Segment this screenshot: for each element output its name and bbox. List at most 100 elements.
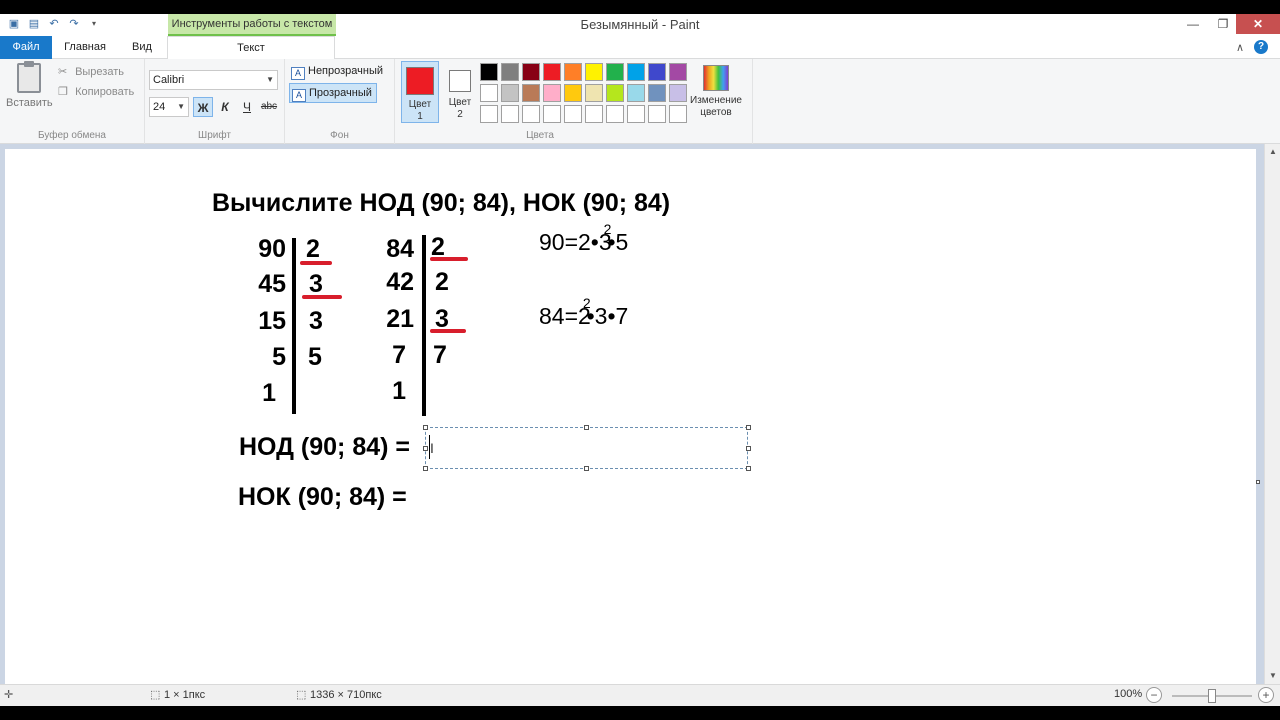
paste-label: Вставить xyxy=(6,97,53,109)
background-group: A Непрозрачный A Прозрачный Фон xyxy=(285,59,395,144)
col2-left-2: 42 xyxy=(386,268,414,296)
palette-color-swatch[interactable] xyxy=(501,63,519,81)
colors-group: Цвет 1 Цвет 2 Изменение цветов Цвета xyxy=(395,59,753,144)
bold-button[interactable]: Ж xyxy=(193,97,213,117)
maximize-button[interactable]: ❐ xyxy=(1208,14,1238,34)
paint-app-icon[interactable]: ▣ xyxy=(6,16,22,32)
text-tools-context-header: Инструменты работы с текстом xyxy=(168,14,336,36)
palette-color-swatch[interactable] xyxy=(480,63,498,81)
palette-color-swatch[interactable] xyxy=(543,63,561,81)
close-button[interactable]: ✕ xyxy=(1236,14,1280,34)
underline-button[interactable]: Ч xyxy=(237,97,257,117)
italic-button[interactable]: К xyxy=(215,97,235,117)
division-line-90 xyxy=(292,238,296,414)
colors-group-label: Цвета xyxy=(526,130,554,141)
resize-handle[interactable] xyxy=(584,425,589,430)
help-icon[interactable]: ? xyxy=(1254,40,1268,54)
tab-view[interactable]: Вид xyxy=(122,36,162,59)
zoom-level: 100% xyxy=(1114,688,1143,700)
zoom-slider-thumb[interactable] xyxy=(1208,689,1216,703)
palette-color-swatch[interactable] xyxy=(564,84,582,102)
palette-color-swatch[interactable] xyxy=(606,105,624,123)
zoom-in-button[interactable]: + xyxy=(1258,687,1274,703)
resize-handle[interactable] xyxy=(423,466,428,471)
color2-label: Цвет xyxy=(448,97,472,108)
palette-color-swatch[interactable] xyxy=(648,84,666,102)
tab-file[interactable]: Файл xyxy=(0,36,52,59)
opaque-button[interactable]: A Непрозрачный xyxy=(289,62,387,82)
edit-colors-icon xyxy=(703,65,729,91)
palette-color-swatch[interactable] xyxy=(564,63,582,81)
palette-color-swatch[interactable] xyxy=(627,63,645,81)
tab-home[interactable]: Главная xyxy=(58,36,112,59)
paste-button[interactable]: Вставить xyxy=(6,61,53,109)
factorization-84-tail: •3•7 xyxy=(586,303,629,329)
font-size-select[interactable]: 24 ▼ xyxy=(149,97,189,117)
palette-color-swatch[interactable] xyxy=(585,84,603,102)
palette-color-swatch[interactable] xyxy=(522,105,540,123)
palette-color-swatch[interactable] xyxy=(585,105,603,123)
screen-bottom-bar xyxy=(0,706,1280,720)
resize-handle[interactable] xyxy=(746,466,751,471)
minimize-ribbon-icon[interactable]: ∧ xyxy=(1236,41,1244,54)
palette-color-swatch[interactable] xyxy=(480,84,498,102)
factorization-90: 90=2•32•5 xyxy=(539,221,628,256)
transparent-button[interactable]: A Прозрачный xyxy=(289,83,377,103)
task-heading: Вычислите НОД (90; 84), НОК (90; 84) xyxy=(212,189,671,217)
selection-size-value: 1 × 1пкс xyxy=(164,689,206,701)
scroll-up-icon[interactable]: ▲ xyxy=(1265,144,1280,160)
resize-handle[interactable] xyxy=(746,425,751,430)
font-family-select[interactable]: Calibri ▼ xyxy=(149,70,278,90)
resize-handle[interactable] xyxy=(423,425,428,430)
color2-button[interactable]: Цвет 2 xyxy=(441,61,479,123)
col2-right-2: 2 xyxy=(435,268,449,296)
chevron-down-icon: ▼ xyxy=(177,102,185,111)
scroll-down-icon[interactable]: ▼ xyxy=(1265,668,1280,684)
palette-color-swatch[interactable] xyxy=(501,105,519,123)
palette-color-swatch[interactable] xyxy=(627,84,645,102)
palette-color-swatch[interactable] xyxy=(543,105,561,123)
clipboard-icon xyxy=(17,61,41,93)
cut-button[interactable]: ✂ Вырезать xyxy=(58,63,124,81)
cut-label: Вырезать xyxy=(75,66,124,78)
palette-color-swatch[interactable] xyxy=(648,105,666,123)
color-palette xyxy=(480,63,687,123)
resize-handle[interactable] xyxy=(423,446,428,451)
tab-text[interactable]: Текст xyxy=(167,36,335,60)
palette-color-swatch[interactable] xyxy=(543,84,561,102)
red-underline xyxy=(430,257,468,261)
redo-icon[interactable]: ↷ xyxy=(66,16,82,32)
palette-color-swatch[interactable] xyxy=(480,105,498,123)
text-input-box[interactable] xyxy=(425,427,748,469)
opaque-icon: A xyxy=(291,67,305,80)
palette-color-swatch[interactable] xyxy=(648,63,666,81)
resize-handle[interactable] xyxy=(746,446,751,451)
palette-color-swatch[interactable] xyxy=(606,84,624,102)
lcm-line: НОК (90; 84) = xyxy=(238,483,407,511)
vertical-scrollbar[interactable]: ▲ ▼ xyxy=(1264,144,1280,684)
font-group: Calibri ▼ 24 ▼ Ж К Ч abc Шрифт xyxy=(145,59,285,144)
palette-color-swatch[interactable] xyxy=(522,63,540,81)
edit-colors-button[interactable]: Изменение цветов xyxy=(685,61,747,123)
zoom-out-button[interactable]: − xyxy=(1146,687,1162,703)
image-size-value: 1336 × 710пкс xyxy=(310,689,382,701)
minimize-button[interactable]: — xyxy=(1178,14,1208,34)
palette-color-swatch[interactable] xyxy=(585,63,603,81)
palette-color-swatch[interactable] xyxy=(606,63,624,81)
col2-left-3: 21 xyxy=(386,305,414,333)
copy-button[interactable]: ❐ Копировать xyxy=(58,83,134,101)
strikethrough-button[interactable]: abc xyxy=(259,97,279,117)
palette-color-swatch[interactable] xyxy=(627,105,645,123)
canvas-resize-handle[interactable] xyxy=(1256,480,1260,484)
palette-color-swatch[interactable] xyxy=(564,105,582,123)
image-size-icon: ⬚ xyxy=(296,689,307,701)
save-icon[interactable]: ▤ xyxy=(26,16,42,32)
customize-qat-icon[interactable]: ▾ xyxy=(86,16,102,32)
undo-icon[interactable]: ↶ xyxy=(46,16,62,32)
palette-color-swatch[interactable] xyxy=(522,84,540,102)
palette-color-swatch[interactable] xyxy=(501,84,519,102)
color1-button[interactable]: Цвет 1 xyxy=(401,61,439,123)
resize-handle[interactable] xyxy=(584,466,589,471)
color2-label-number: 2 xyxy=(457,109,463,120)
drawing-canvas[interactable]: Вычислите НОД (90; 84), НОК (90; 84) 90 … xyxy=(5,149,1256,684)
